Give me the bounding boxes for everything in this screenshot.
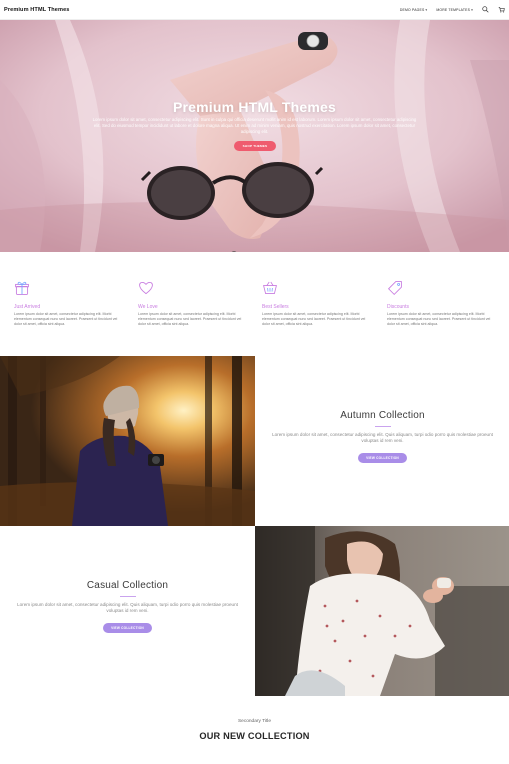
- hero-title: Premium HTML Themes: [172, 99, 337, 115]
- chevron-down-icon: ▾: [471, 7, 473, 12]
- nav-more-templates-label: MORE TEMPLATES: [436, 7, 471, 12]
- view-autumn-collection-button[interactable]: VIEW COLLECTION: [358, 452, 407, 463]
- autumn-collection-title: Autumn Collection: [340, 410, 425, 421]
- feature-text: Lorem ipsum dolor sit amet, consectetur …: [14, 312, 118, 326]
- secondary-section: Secondary Title OUR NEW COLLECTION: [0, 696, 509, 764]
- feature-best-sellers: Best Sellers Lorem ipsum dolor sit amet,…: [262, 280, 368, 327]
- secondary-title: OUR NEW COLLECTION: [199, 731, 310, 741]
- hero-section: Premium HTML Themes Lorem ipsum dolor si…: [0, 20, 509, 252]
- autumn-collection: Autumn Collection Lorem ipsum dolor sit …: [270, 410, 495, 464]
- casual-collection-title: Casual Collection: [86, 580, 169, 591]
- casual-collection-image: [255, 526, 509, 696]
- hero-description: Lorem ipsum dolor sit amet, consectetur …: [92, 117, 417, 135]
- tag-icon: [387, 281, 402, 296]
- cart-icon[interactable]: [498, 6, 505, 13]
- title-divider: [119, 596, 136, 597]
- autumn-collection-description: Lorem ipsum dolor sit amet, consectetur …: [272, 432, 493, 444]
- autumn-collection-image: [0, 356, 255, 526]
- nav-demo-pages[interactable]: DEMO PAGES ▾: [400, 8, 427, 12]
- hero-image: [0, 20, 509, 252]
- shop-themes-button[interactable]: SHOP THEMES: [234, 141, 276, 151]
- casual-collection: Casual Collection Lorem ipsum dolor sit …: [15, 580, 240, 634]
- basket-icon: [263, 281, 277, 295]
- casual-collection-description: Lorem ipsum dolor sit amet, consectetur …: [17, 602, 238, 614]
- chevron-down-icon: ▾: [425, 7, 428, 12]
- brand-logo[interactable]: Premium HTML Themes: [4, 7, 70, 13]
- feature-text: Lorem ipsum dolor sit amet, consectetur …: [387, 312, 491, 326]
- feature-title: We Love: [138, 304, 158, 310]
- feature-discounts: Discounts Lorem ipsum dolor sit amet, co…: [387, 280, 493, 327]
- nav-more-templates[interactable]: MORE TEMPLATES ▾: [436, 8, 473, 12]
- view-casual-collection-button[interactable]: VIEW COLLECTION: [103, 622, 152, 633]
- secondary-subtitle: Secondary Title: [237, 719, 272, 724]
- title-divider: [374, 426, 391, 427]
- feature-title: Just Arrived: [14, 304, 41, 310]
- feature-we-love: We Love Lorem ipsum dolor sit amet, cons…: [138, 280, 244, 327]
- feature-title: Discounts: [387, 304, 409, 310]
- gift-icon: [15, 281, 29, 295]
- feature-just-arrived: Just Arrived Lorem ipsum dolor sit amet,…: [14, 280, 120, 327]
- nav-right: DEMO PAGES ▾ MORE TEMPLATES ▾: [400, 6, 505, 13]
- heart-icon: [139, 281, 153, 295]
- top-navbar: Premium HTML Themes DEMO PAGES ▾ MORE TE…: [0, 0, 509, 20]
- feature-text: Lorem ipsum dolor sit amet, consectetur …: [262, 312, 366, 326]
- features-section: Just Arrived Lorem ipsum dolor sit amet,…: [0, 252, 509, 356]
- search-icon[interactable]: [482, 6, 489, 13]
- nav-demo-pages-label: DEMO PAGES: [399, 7, 425, 12]
- feature-text: Lorem ipsum dolor sit amet, consectetur …: [138, 312, 242, 326]
- feature-title: Best Sellers: [262, 304, 289, 310]
